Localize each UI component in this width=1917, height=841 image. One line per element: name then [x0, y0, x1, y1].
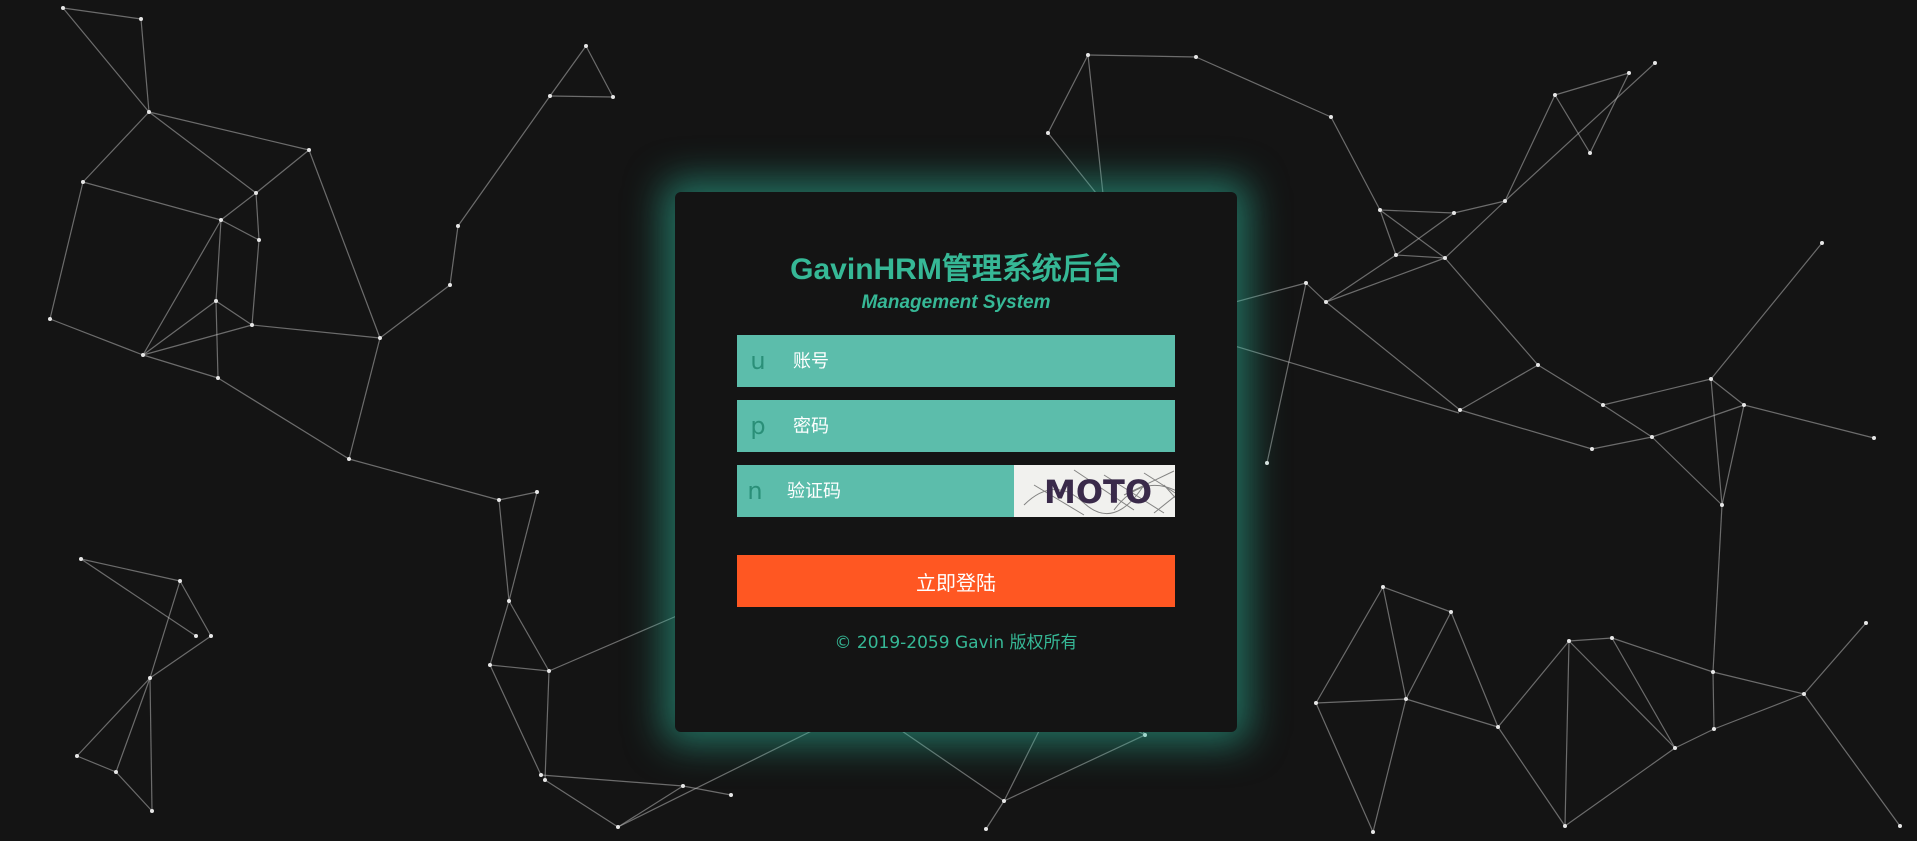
- username-input[interactable]: [779, 334, 1175, 388]
- password-prefix-icon: p: [750, 412, 766, 440]
- page-title: GavinHRM管理系统后台: [790, 253, 1122, 286]
- login-button[interactable]: 立即登陆: [737, 555, 1175, 607]
- page-subtitle: Management System: [861, 292, 1051, 313]
- password-input[interactable]: [779, 399, 1175, 453]
- copyright-text: © 2019-2059 Gavin 版权所有: [834, 633, 1078, 653]
- captcha-image[interactable]: MOTO: [1013, 465, 1175, 517]
- captcha-field: n MOTO: [737, 464, 1175, 518]
- captcha-text: MOTO: [1044, 473, 1152, 511]
- captcha-input[interactable]: [772, 464, 1014, 518]
- login-card: GavinHRM管理系统后台 Management System u p n: [675, 192, 1237, 732]
- captcha-prefix-icon: n: [747, 477, 763, 505]
- username-prefix-icon: u: [750, 347, 766, 375]
- password-field: p: [737, 399, 1175, 453]
- username-field: u: [737, 334, 1175, 388]
- captcha-noise-icon: MOTO: [1023, 469, 1175, 516]
